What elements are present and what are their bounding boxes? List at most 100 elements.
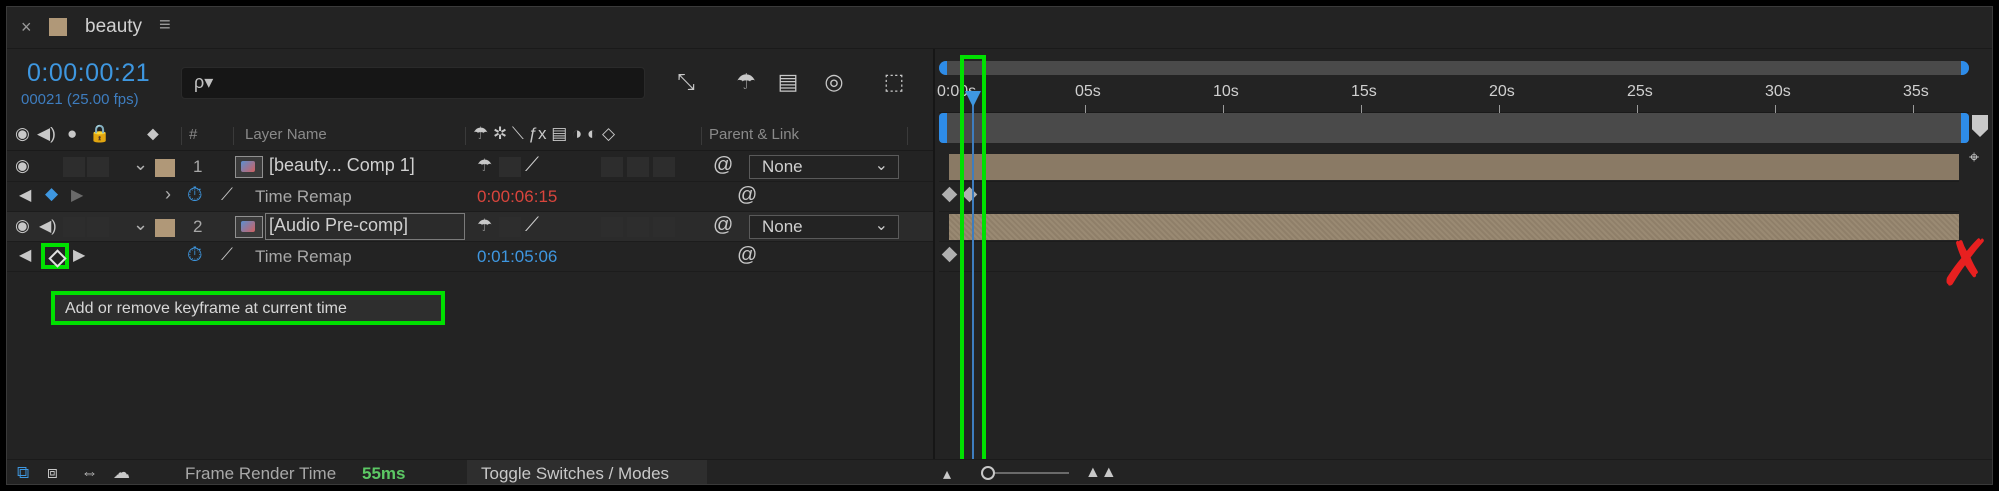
solo-icon[interactable]: ● <box>67 124 77 144</box>
search-input[interactable]: ρ▾ <box>181 67 645 99</box>
graph-icon[interactable]: ⟋ <box>221 245 233 265</box>
search-icon: ρ▾ <box>194 72 214 92</box>
switches-icons: ☂ ✲ ⟍ ƒx ▤ ◑ ◐ ◇ <box>473 124 616 143</box>
chevron-right-icon[interactable]: › <box>165 184 171 205</box>
composition-icon <box>235 216 263 238</box>
pane-divider[interactable] <box>933 49 935 459</box>
shy-icon[interactable]: ☂ <box>477 216 492 236</box>
ruler-label: 05s <box>1075 83 1101 100</box>
pickwhip-icon[interactable]: @ <box>713 214 733 237</box>
frame-render-value: 55ms <box>362 464 406 483</box>
layer-row[interactable]: ◉ ⌄ 1 [beauty... Comp 1] ☂ ⟋ @ None ⌄ <box>7 152 933 182</box>
layer-row[interactable]: ◉ ◀) ⌄ 2 [Audio Pre-comp] ☂ ⟋ @ None ⌄ <box>7 212 933 242</box>
quality-icon[interactable]: ⟋ <box>525 154 539 177</box>
label-color-swatch[interactable] <box>155 159 175 177</box>
zoom-slider-track[interactable] <box>989 472 1069 474</box>
work-area-start-handle[interactable] <box>939 113 947 143</box>
stopwatch-icon[interactable]: ⏱ <box>187 184 203 207</box>
property-track <box>939 242 1959 272</box>
label-icon[interactable]: ⬥ <box>147 124 159 144</box>
parent-dropdown[interactable]: None ⌄ <box>749 155 899 179</box>
zoom-slider-knob[interactable] <box>981 466 995 480</box>
chevron-down-icon: ⌄ <box>874 157 888 174</box>
playhead-highlight <box>960 55 986 465</box>
graph-editor-icon[interactable]: ⬚ <box>879 69 909 97</box>
previous-keyframe-icon[interactable]: ◀ <box>19 185 31 205</box>
bottom-bar: ⧉ ⧈ ⇔ ☁ Frame Render Time 55ms Toggle Sw… <box>7 459 1992 484</box>
keyframe-icon[interactable]: ◆ <box>45 184 58 204</box>
number-column-header[interactable]: # <box>189 126 197 143</box>
keyframe-icon[interactable] <box>941 186 958 203</box>
work-area-end-handle[interactable] <box>1961 113 1969 143</box>
next-keyframe-icon[interactable]: ▶ <box>71 185 83 205</box>
quality-icon[interactable]: ⟋ <box>525 214 539 237</box>
layer-track[interactable] <box>939 152 1959 182</box>
tab-title[interactable]: beauty <box>85 16 142 38</box>
property-name: Time Remap <box>255 187 352 206</box>
tooltip: Add or remove keyframe at current time <box>51 291 445 325</box>
in-out-icon[interactable]: ⇔ <box>81 463 98 483</box>
add-remove-keyframe-button[interactable] <box>41 243 69 269</box>
speaker-icon[interactable]: ◀) <box>39 216 57 236</box>
layer-name[interactable]: [beauty... Comp 1] <box>269 155 415 176</box>
transfer-controls-icon[interactable]: ⧈ <box>47 463 58 483</box>
time-ruler[interactable]: 0:00s 05s 10s 15s 20s 25s 30s 35s <box>937 77 1969 113</box>
current-time-display[interactable]: 0:00:00:21 <box>27 59 150 88</box>
property-value[interactable]: 0:00:06:15 <box>477 187 557 207</box>
eye-icon[interactable]: ◉ <box>15 156 30 176</box>
panel-menu-icon[interactable]: ≡ <box>159 14 171 37</box>
parent-dropdown[interactable]: None ⌄ <box>749 215 899 239</box>
layer-bar[interactable] <box>949 214 1959 240</box>
time-navigator[interactable] <box>939 61 1969 75</box>
zoom-out-icon[interactable]: ▴ <box>943 464 951 484</box>
speaker-icon[interactable]: ◀) <box>37 124 56 144</box>
composition-icon <box>235 156 263 178</box>
keyframe-icon[interactable] <box>941 246 958 263</box>
label-color-swatch[interactable] <box>155 219 175 237</box>
toggle-switches-modes-button[interactable]: Toggle Switches / Modes <box>467 460 707 484</box>
chevron-down-icon: ⌄ <box>874 217 888 234</box>
pickwhip-icon[interactable]: @ <box>737 244 757 267</box>
shy-icon[interactable]: ☂ <box>477 156 492 176</box>
ruler-label: 35s <box>1903 83 1929 100</box>
layer-name[interactable]: [Audio Pre-comp] <box>269 215 408 236</box>
render-time-icon[interactable]: ☁ <box>113 463 130 483</box>
composition-swatch-icon <box>49 18 67 36</box>
chevron-down-icon[interactable]: ⌄ <box>133 154 148 175</box>
lock-icon[interactable]: 🔒 <box>89 124 110 144</box>
property-value[interactable]: 0:01:05:06 <box>477 247 557 267</box>
frame-blending-icon[interactable]: ▤ <box>773 69 803 97</box>
ruler-label: 30s <box>1765 83 1791 100</box>
navigator-start-handle[interactable] <box>939 61 947 75</box>
eye-icon[interactable]: ◉ <box>15 216 30 236</box>
property-name: Time Remap <box>255 247 352 266</box>
parent-link-column-header[interactable]: Parent & Link <box>709 126 799 143</box>
pickwhip-icon[interactable]: @ <box>713 154 733 177</box>
navigator-end-handle[interactable] <box>1961 61 1969 75</box>
stopwatch-icon[interactable]: ⏱ <box>187 244 203 267</box>
zoom-in-icon[interactable]: ▲▲ <box>1085 464 1117 482</box>
ruler-label: 25s <box>1627 83 1653 100</box>
shy-layers-icon[interactable]: ☂ <box>731 69 761 97</box>
ruler-label: 15s <box>1351 83 1377 100</box>
chevron-down-icon[interactable]: ⌄ <box>133 214 148 235</box>
layer-number: 2 <box>193 217 203 236</box>
pickwhip-icon[interactable]: @ <box>737 184 757 207</box>
motion-blur-icon[interactable]: ◎ <box>819 69 849 97</box>
layer-track[interactable] <box>939 212 1959 242</box>
composition-flowchart-icon[interactable]: ⤡ <box>671 69 701 97</box>
layer-switches-icon[interactable]: ⧉ <box>17 463 29 483</box>
close-tab-icon[interactable]: × <box>21 17 32 38</box>
property-row: ◀ ▶ ⏱ ⟋ Time Remap 0:01:05:06 @ <box>7 242 933 272</box>
column-header: ◉ ◀) ● 🔒 ⬥ # Layer Name ☂ ✲ ⟍ ƒx ▤ ◑ ◐ ◇… <box>7 119 933 151</box>
previous-keyframe-icon[interactable]: ◀ <box>19 245 31 265</box>
work-area-bar[interactable] <box>939 113 1969 143</box>
layer-name-column-header[interactable]: Layer Name <box>245 126 327 143</box>
ruler-label: 10s <box>1213 83 1239 100</box>
comp-marker-icon[interactable]: ⌖ <box>1969 147 1979 168</box>
comp-end-marker-icon[interactable] <box>1972 115 1988 137</box>
graph-icon[interactable]: ⟋ <box>221 185 233 205</box>
layer-bar[interactable] <box>949 154 1959 180</box>
next-keyframe-icon[interactable]: ▶ <box>73 245 85 265</box>
eye-icon[interactable]: ◉ <box>15 124 30 144</box>
